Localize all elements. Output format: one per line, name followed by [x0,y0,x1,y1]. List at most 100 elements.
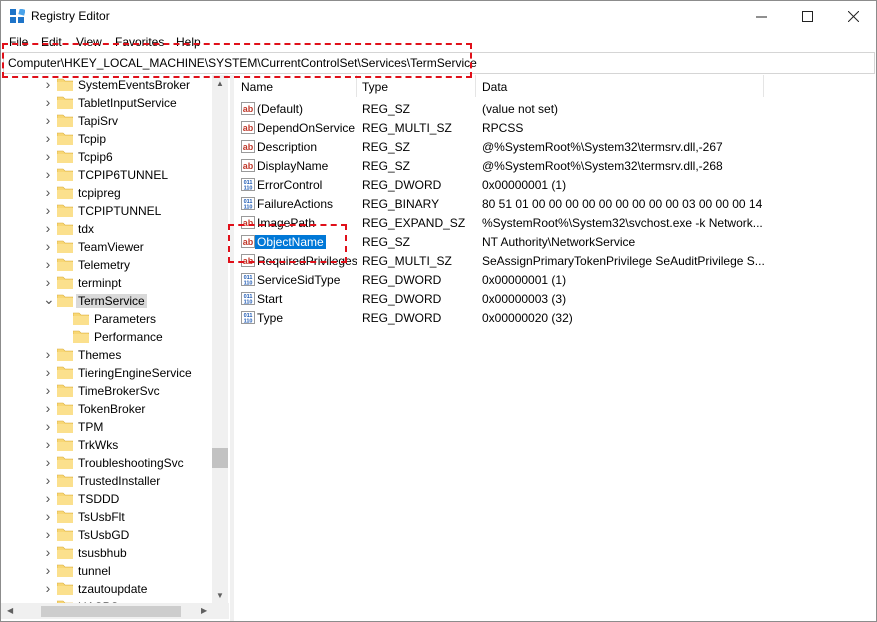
tree-item-label: TermService [76,294,147,308]
tree-item[interactable]: › TabletInputService [1,94,213,112]
scroll-left-arrow-icon[interactable]: ◀ [7,606,13,615]
value-row[interactable]: 011 110 ErrorControl REG_DWORD 0x00000001 (1… [235,175,876,194]
chevron-right-icon[interactable]: › [43,130,53,146]
chevron-right-icon[interactable]: › [43,490,53,506]
column-header-type[interactable]: Type [357,75,475,97]
value-type: REG_MULTI_SZ [362,254,452,268]
tree-vertical-scroll-thumb[interactable] [212,448,228,468]
tree-item[interactable]: › Tcpip [1,130,213,148]
chevron-right-icon[interactable]: › [43,418,53,434]
column-header-name[interactable]: Name [235,75,355,97]
chevron-right-icon[interactable]: › [43,364,53,380]
maximize-button[interactable] [784,1,830,32]
svg-text:110: 110 [244,300,253,306]
tree-item[interactable]: › SystemEventsBroker [1,76,213,94]
chevron-right-icon[interactable]: › [43,238,53,254]
title-bar[interactable]: Registry Editor [1,1,876,32]
objectname-highlight-box [228,224,347,263]
value-name: Type [257,311,284,325]
chevron-right-icon[interactable]: › [43,346,53,362]
chevron-right-icon[interactable]: › [43,454,53,470]
value-name: FailureActions [257,197,334,211]
chevron-right-icon[interactable]: › [43,472,53,488]
chevron-right-icon[interactable]: › [43,526,53,542]
chevron-right-icon[interactable]: › [43,382,53,398]
value-name: DependOnService [257,121,356,135]
chevron-right-icon[interactable]: › [43,256,53,272]
value-row[interactable]: ab DependOnService REG_MULTI_SZ RPCSS [235,118,876,137]
column-name-label: Name [241,80,274,94]
value-row[interactable]: ab DisplayName REG_SZ @%SystemRoot%\System3… [235,156,876,175]
values-list[interactable]: Name Type Data ab (Default) REG_SZ (value n… [235,75,876,621]
value-type: REG_DWORD [362,273,442,287]
column-header-data[interactable]: Data [476,75,763,97]
tree-item[interactable]: › Tcpip6 [1,148,213,166]
scroll-down-arrow-icon[interactable]: ▼ [216,591,224,600]
tree-item[interactable]: › TSDDD [1,490,213,508]
column-divider[interactable] [763,75,764,97]
tree-item[interactable]: › tunnel [1,562,213,580]
value-data: 0x00000003 (3) [482,292,567,306]
value-row[interactable]: 011 110 ServiceSidType REG_DWORD 0x00000001 … [235,270,876,289]
value-name: Start [257,292,283,306]
tree-item[interactable]: › TsUsbFlt [1,508,213,526]
tree-item[interactable]: › tcpipreg [1,184,213,202]
chevron-right-icon[interactable]: › [43,508,53,524]
tree-item[interactable]: › TCPIPTUNNEL [1,202,213,220]
tree-item-label: TokenBroker [78,402,146,416]
pane-splitter[interactable] [230,75,234,621]
value-row[interactable]: 011 110 Start REG_DWORD 0x00000003 (3) [235,289,876,308]
value-type: REG_MULTI_SZ [362,121,452,135]
chevron-right-icon[interactable]: › [43,562,53,578]
chevron-right-icon[interactable]: › [43,148,53,164]
value-row[interactable]: ab (Default) REG_SZ (value not set) [235,99,876,118]
tree-item[interactable]: › TsUsbGD [1,526,213,544]
tree-item[interactable]: › TrkWks [1,436,213,454]
chevron-right-icon[interactable]: › [43,580,53,596]
tree-horizontal-scroll-thumb[interactable] [41,606,181,617]
scroll-right-arrow-icon[interactable]: ▶ [201,606,207,615]
tree-item[interactable]: › Telemetry [1,256,213,274]
tree-item[interactable]: › TCPIP6TUNNEL [1,166,213,184]
tree-item[interactable]: › Themes [1,346,213,364]
tree-item[interactable]: › TPM [1,418,213,436]
tree-item[interactable]: ⌄ TermService [1,291,213,310]
tree-item[interactable]: › TieringEngineService [1,364,213,382]
tree-item[interactable]: Parameters [1,310,213,328]
chevron-down-icon[interactable]: ⌄ [43,291,55,308]
tree-item[interactable]: › TroubleshootingSvc [1,454,213,472]
key-tree[interactable]: › SystemEventsBroker › TabletInputService › T… [1,75,229,604]
folder-icon [57,510,73,523]
value-row[interactable]: ab Description REG_SZ @%SystemRoot%\System3… [235,137,876,156]
tree-item[interactable]: › terminpt [1,274,213,292]
minimize-button[interactable] [738,1,784,32]
chevron-right-icon[interactable]: › [43,274,53,290]
chevron-right-icon[interactable]: › [43,184,53,200]
tree-item[interactable]: › TokenBroker [1,400,213,418]
tree-item[interactable]: › TeamViewer [1,238,213,256]
chevron-right-icon[interactable]: › [43,112,53,128]
chevron-right-icon[interactable]: › [43,166,53,182]
tree-item[interactable]: Performance [1,328,213,346]
value-row[interactable]: 011 110 FailureActions REG_BINARY 80 51 01 0… [235,194,876,213]
chevron-right-icon[interactable]: › [43,400,53,416]
folder-icon [57,204,73,217]
tree-item[interactable]: › TrustedInstaller [1,472,213,490]
scroll-up-arrow-icon[interactable]: ▲ [216,79,224,88]
chevron-right-icon[interactable]: › [43,94,53,110]
chevron-right-icon[interactable]: › [43,220,53,236]
chevron-right-icon[interactable]: › [43,544,53,560]
tree-item[interactable]: › tdx [1,220,213,238]
chevron-right-icon[interactable]: › [43,436,53,452]
tree-item[interactable]: › tsusbhub [1,544,213,562]
tree-item[interactable]: › TimeBrokerSvc [1,382,213,400]
tree-item[interactable]: › TapiSrv [1,112,213,130]
tree-vertical-scrollbar[interactable] [212,75,228,603]
folder-icon [57,456,73,469]
chevron-right-icon[interactable]: › [43,76,53,92]
chevron-right-icon[interactable]: › [43,202,53,218]
tree-item[interactable]: › tzautoupdate [1,580,213,598]
value-row[interactable]: 011 110 Type REG_DWORD 0x00000020 (32) [235,308,876,327]
close-button[interactable] [830,1,876,32]
folder-icon [57,528,73,541]
